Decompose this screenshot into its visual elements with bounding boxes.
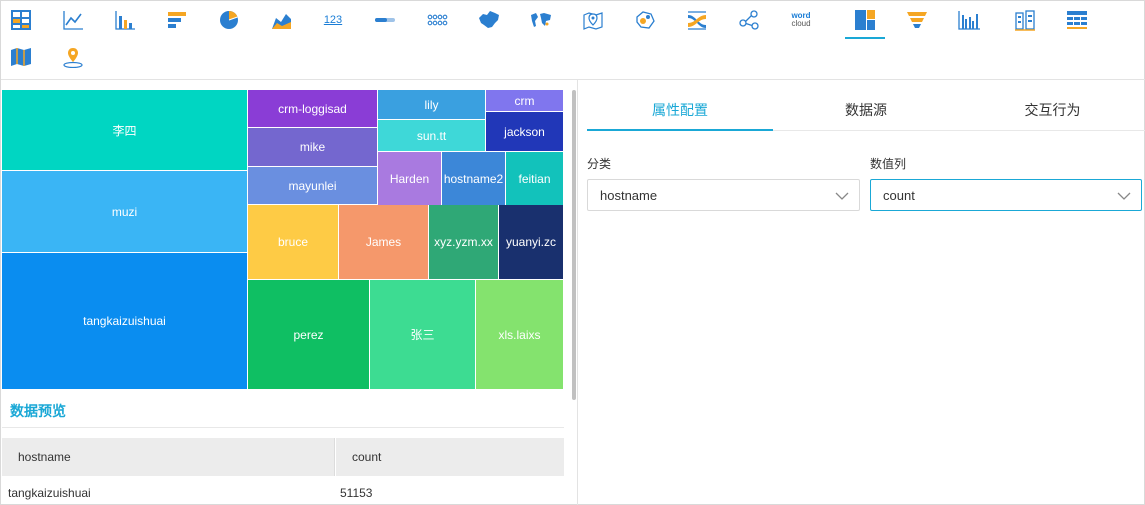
treemap-cell[interactable]: Harden [378,152,442,206]
kpi-number-icon: 123 [323,14,343,26]
dots-grid-icon [426,9,448,31]
table-icon [10,9,32,31]
treemap-cell[interactable]: muzi [2,171,248,253]
building-bar-icon [1014,9,1036,31]
treemap-cell[interactable]: crm [486,90,564,112]
treemap-cell[interactable]: xyz.yzm.xx [429,205,499,280]
data-preview-title: 数据预览 [10,403,66,419]
chart-type-bubble-map-button[interactable] [625,1,665,39]
color-map-icon [10,46,32,68]
treemap-cell[interactable]: lily [378,90,486,120]
preview-divider [2,427,564,428]
chart-type-cross-table-button[interactable] [1057,1,1097,39]
horizontal-bar-icon [166,9,188,31]
sankey-icon [686,9,708,31]
chart-type-treemap-button[interactable] [845,1,885,39]
chart-type-relation-graph-button[interactable] [729,1,769,39]
grouped-bar-icon [957,9,981,31]
chart-type-grouped-bar-button[interactable] [949,1,989,39]
treemap-cell[interactable]: jackson [486,112,564,152]
table-header-count[interactable]: count [336,438,564,476]
chart-type-word-cloud-button[interactable]: word cloud [781,1,821,39]
chart-type-sankey-button[interactable] [677,1,717,39]
treemap-cell[interactable]: 张三 [370,280,476,390]
chart-type-kpi-number-button[interactable]: 123 [313,1,353,39]
treemap-cell[interactable]: sun.tt [378,120,486,152]
word-cloud-icon: word cloud [791,12,810,28]
panel-divider [577,80,578,505]
treemap-cell[interactable]: perez [248,280,370,390]
area-chart-icon [270,9,292,31]
treemap-cell[interactable]: 李四 [2,90,248,171]
treemap-cell[interactable]: mayunlei [248,167,378,205]
chart-type-toolbar: 123 word cloud [1,1,1145,80]
chart-type-location-map-button[interactable] [573,1,613,39]
chart-type-pin-map-button[interactable] [53,38,93,76]
line-chart-icon [62,9,84,31]
treemap-cell[interactable]: crm-loggisad [248,90,378,128]
chart-preview-panel: 李四 muzi tangkaizuishuai crm-loggisad mike may… [2,90,564,505]
chart-type-china-map-button[interactable] [469,1,509,39]
treemap-cell[interactable]: feitian [506,152,564,206]
chart-type-funnel-button[interactable] [897,1,937,39]
relation-graph-icon [738,9,760,31]
tab-datasource[interactable]: 数据源 [773,89,959,130]
chart-type-table-button[interactable] [1,1,41,39]
chart-type-world-map-button[interactable] [521,1,561,39]
table-header-hostname[interactable]: hostname [2,438,335,476]
category-select-value: hostname [600,187,658,203]
funnel-icon [906,9,928,31]
cross-table-icon [1066,9,1088,31]
bubble-map-icon [634,9,656,31]
chart-type-pie-chart-button[interactable] [209,1,249,39]
world-map-icon [529,9,553,31]
treemap-cell[interactable]: mike [248,128,378,167]
treemap-cell[interactable]: xls.laixs [476,280,564,390]
word-cloud-text-2: cloud [791,19,811,28]
location-map-icon [582,9,604,31]
treemap-cell[interactable]: bruce [248,205,339,280]
category-select[interactable]: hostname [587,179,860,211]
pin-map-icon [62,46,84,68]
treemap-cell[interactable]: tangkaizuishuai [2,253,248,390]
chevron-down-icon [1117,192,1131,200]
chart-type-building-bar-button[interactable] [1005,1,1045,39]
category-label: 分类 [587,157,612,171]
treemap-cell[interactable]: hostname2 [442,152,506,206]
chevron-down-icon [835,192,849,200]
pie-chart-icon [218,9,240,31]
value-column-label: 数值列 [870,157,907,171]
tab-properties[interactable]: 属性配置 [587,89,773,131]
chart-type-area-chart-button[interactable] [261,1,301,39]
chart-type-bar-chart-button[interactable] [105,1,145,39]
treemap-icon [854,9,876,31]
value-column-select[interactable]: count [870,179,1142,211]
treemap-cell[interactable]: James [339,205,429,280]
chart-type-color-map-button[interactable] [1,38,41,76]
app-frame: 123 word cloud 李四 muzi tangkaizuishuai crm-lo… [0,0,1145,505]
left-panel-scrollbar[interactable] [572,90,576,400]
bar-chart-icon [114,9,136,31]
treemap-chart[interactable]: 李四 muzi tangkaizuishuai crm-loggisad mike may… [2,90,564,390]
table-cell-hostname: tangkaizuishuai [8,486,91,500]
china-map-icon [477,9,501,31]
chart-type-line-chart-button[interactable] [53,1,93,39]
value-column-select-value: count [883,187,915,203]
tab-interaction[interactable]: 交互行为 [959,89,1145,130]
config-tabs: 属性配置 数据源 交互行为 [587,89,1145,131]
progress-bar-icon [374,9,396,31]
treemap-cell[interactable]: yuanyi.zc [499,205,564,280]
chart-type-dots-grid-button[interactable] [417,1,457,39]
table-cell-count: 51153 [340,486,373,500]
chart-type-horizontal-bar-button[interactable] [157,1,197,39]
chart-type-progress-bar-button[interactable] [365,1,405,39]
